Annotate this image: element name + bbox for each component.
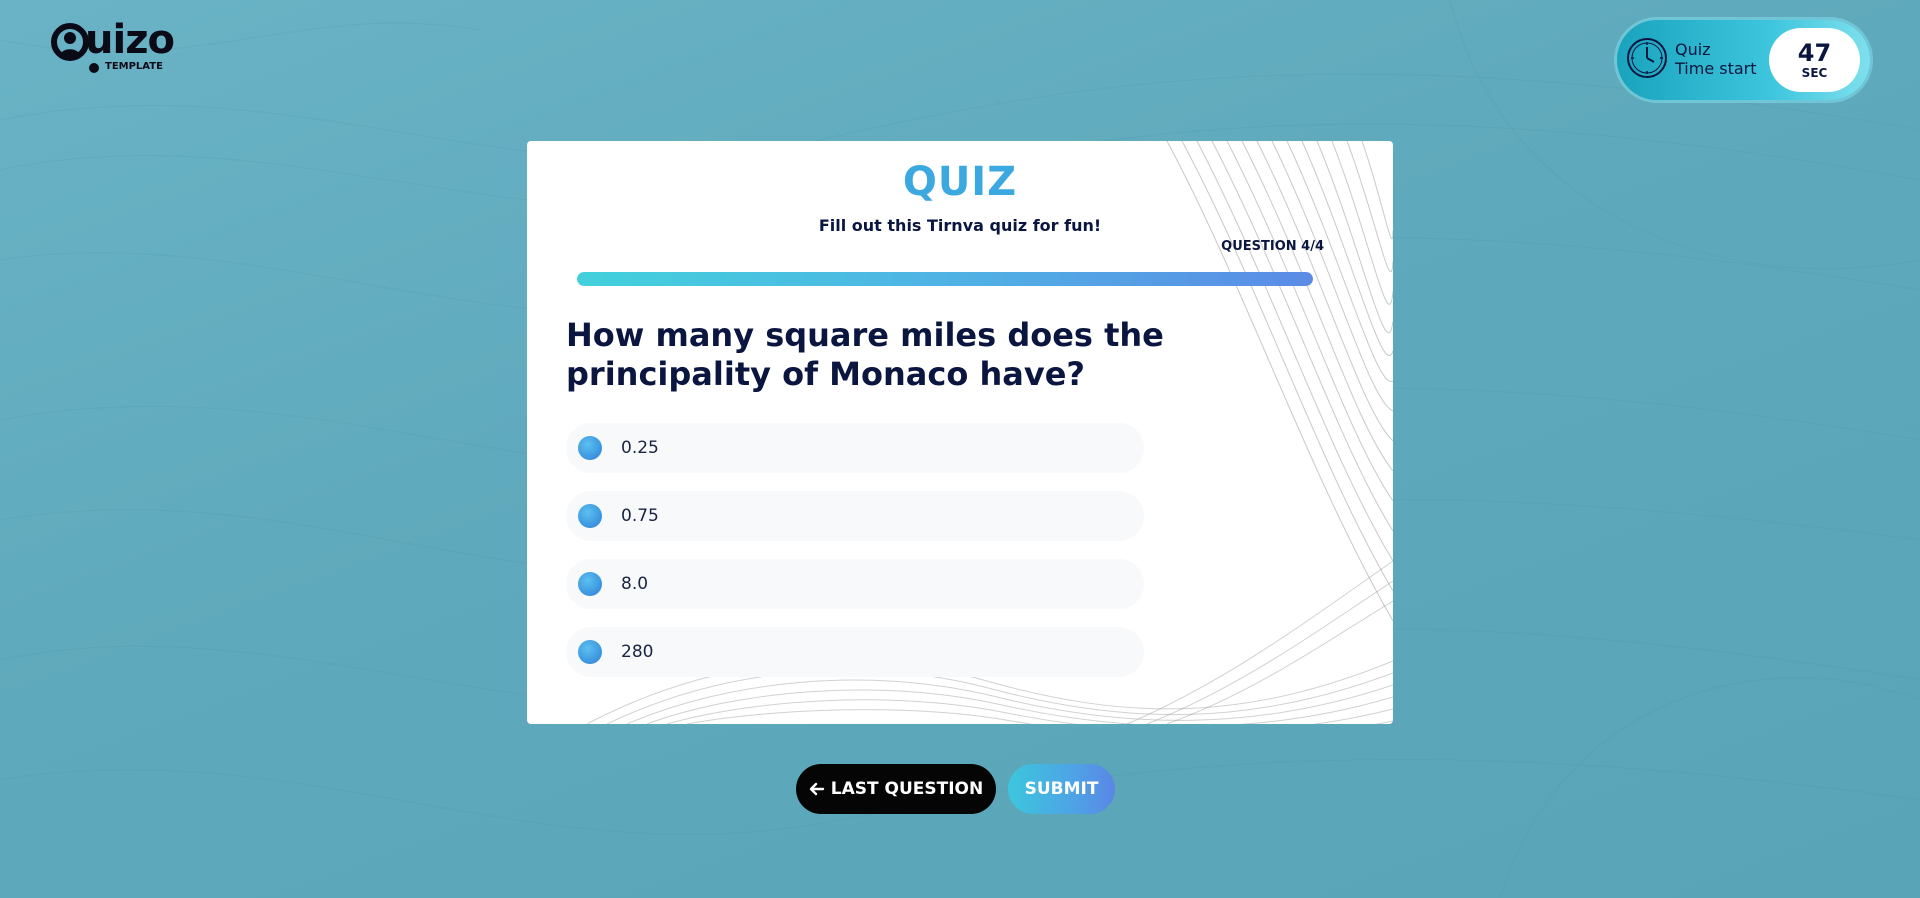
timer-countdown: 47 SEC — [1769, 28, 1860, 92]
radio-icon[interactable] — [578, 572, 602, 596]
quiz-card: QUIZ Fill out this Tirnva quiz for fun! … — [527, 141, 1393, 724]
timer-value: 47 — [1797, 39, 1832, 67]
quizo-logo[interactable]: uizo TEMPLATE — [50, 17, 200, 76]
last-question-label: LAST QUESTION — [830, 779, 984, 799]
radio-icon[interactable] — [578, 504, 602, 528]
quiz-timer: Quiz Time start 47 SEC — [1617, 20, 1870, 100]
question-counter: QUESTION 4/4 — [1221, 239, 1324, 254]
answer-option[interactable]: 0.25 — [566, 423, 1144, 473]
timer-label: Quiz Time start — [1675, 40, 1757, 78]
logo-subtext: TEMPLATE — [105, 61, 163, 72]
answer-option[interactable]: 0.75 — [566, 491, 1144, 541]
answer-option[interactable]: 280 — [566, 627, 1144, 677]
arrow-left-icon — [809, 782, 824, 796]
radio-icon[interactable] — [578, 640, 602, 664]
submit-button[interactable]: SUBMIT — [1008, 764, 1115, 814]
last-question-button[interactable]: LAST QUESTION — [796, 764, 996, 814]
answer-option-label: 280 — [621, 642, 654, 662]
timer-label-line1: Quiz — [1675, 40, 1711, 59]
radio-icon[interactable] — [578, 436, 602, 460]
answer-option-label: 0.75 — [621, 506, 659, 526]
progress-bar — [577, 272, 1313, 286]
answer-option[interactable]: 8.0 — [566, 559, 1144, 609]
clock-icon — [1627, 38, 1667, 78]
timer-unit: SEC — [1801, 66, 1828, 80]
progress-fill — [577, 272, 1313, 286]
question-text: How many square miles does the principal… — [566, 316, 1164, 393]
quiz-title: QUIZ — [902, 159, 1018, 205]
timer-label-line2: Time start — [1675, 59, 1757, 78]
quiz-subtitle: Fill out this Tirnva quiz for fun! — [818, 216, 1102, 235]
logo-wordmark: uizo — [85, 17, 175, 63]
answer-option-label: 0.25 — [621, 438, 659, 458]
answer-option-label: 8.0 — [621, 574, 649, 594]
